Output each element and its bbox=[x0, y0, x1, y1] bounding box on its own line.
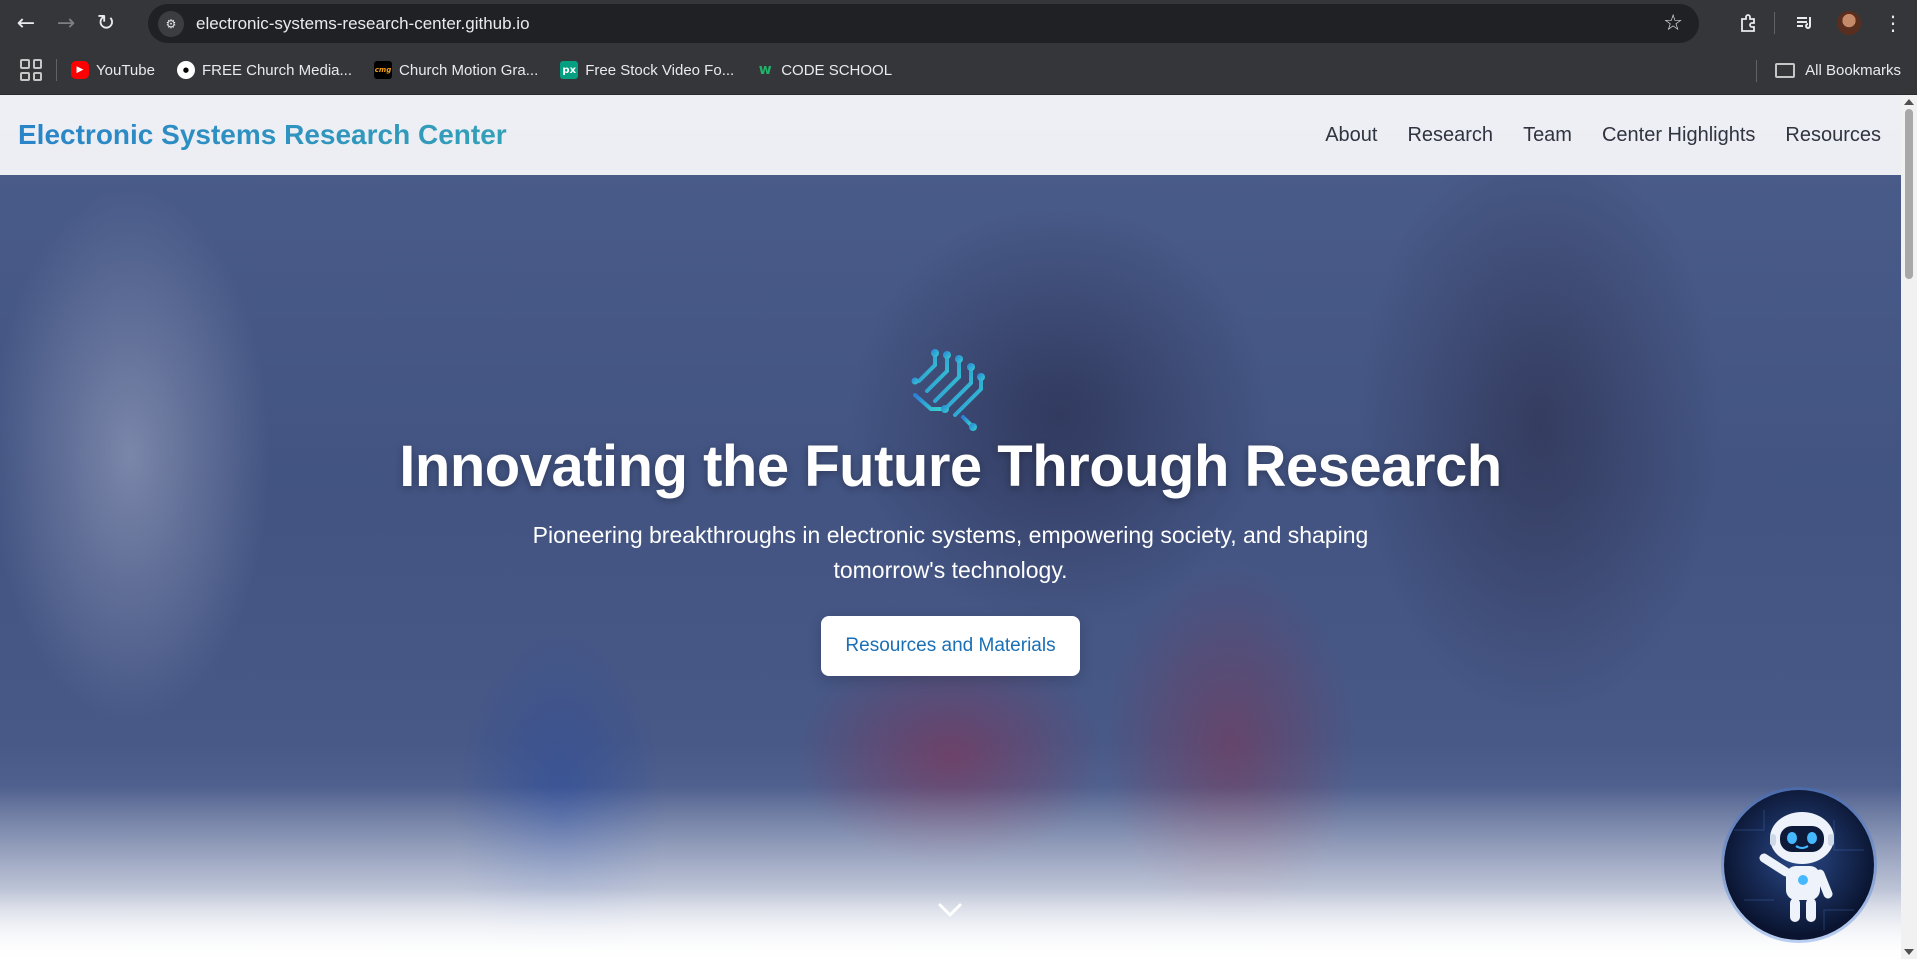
code-school-icon: w bbox=[758, 62, 772, 78]
robot-icon bbox=[1734, 810, 1864, 930]
bookmark-church-media[interactable]: ● FREE Church Media... bbox=[176, 61, 353, 79]
bookmark-label: Free Stock Video Fo... bbox=[585, 61, 735, 79]
bookmarks-divider bbox=[56, 59, 57, 81]
bookmarks-bar: ▶ YouTube ● FREE Church Media... cmg Chu… bbox=[0, 46, 1917, 95]
profile-avatar[interactable] bbox=[1829, 3, 1869, 43]
browser-menu-icon[interactable]: ⋮ bbox=[1873, 3, 1913, 43]
bookmark-label: YouTube bbox=[96, 61, 155, 79]
hero-subtitle: Pioneering breakthroughs in electronic s… bbox=[532, 522, 1369, 583]
site-brand[interactable]: Electronic Systems Research Center bbox=[18, 119, 507, 151]
hero-content: Innovating the Future Through Research P… bbox=[0, 343, 1901, 676]
page-scrollbar[interactable] bbox=[1901, 95, 1917, 959]
back-button[interactable]: ← bbox=[6, 3, 46, 43]
nav-research[interactable]: Research bbox=[1407, 124, 1493, 147]
nav-resources[interactable]: Resources bbox=[1785, 124, 1881, 147]
media-controls-icon[interactable] bbox=[1785, 3, 1825, 43]
bookmark-stock-video[interactable]: px Free Stock Video Fo... bbox=[560, 61, 734, 79]
scroll-down-arrow[interactable] bbox=[1904, 949, 1914, 955]
bookmark-youtube[interactable]: ▶ YouTube bbox=[71, 61, 155, 79]
scroll-thumb[interactable] bbox=[1905, 109, 1913, 279]
chatbot-launcher[interactable] bbox=[1724, 790, 1874, 940]
bookmark-label: CODE SCHOOL bbox=[781, 61, 893, 79]
church-media-icon: ● bbox=[176, 61, 195, 79]
bookmark-label: Church Motion Gra... bbox=[399, 61, 539, 79]
scroll-up-arrow[interactable] bbox=[1904, 99, 1914, 105]
pixabay-icon: px bbox=[560, 61, 579, 79]
bookmark-church-motion[interactable]: cmg Church Motion Gra... bbox=[374, 61, 538, 79]
folder-icon bbox=[1775, 63, 1796, 78]
nav-center-highlights[interactable]: Center Highlights bbox=[1602, 124, 1755, 147]
all-bookmarks-label: All Bookmarks bbox=[1805, 62, 1901, 79]
hero-title: Innovating the Future Through Research bbox=[399, 434, 1502, 499]
toolbar-divider bbox=[1774, 12, 1775, 34]
site-nav: About Research Team Center Highlights Re… bbox=[1295, 95, 1881, 175]
browser-toolbar: ← → ↻ ⚙ electronic-systems-research-cent… bbox=[0, 0, 1917, 46]
forward-button[interactable]: → bbox=[46, 3, 86, 43]
all-bookmarks[interactable]: All Bookmarks bbox=[1756, 46, 1901, 95]
cmg-icon: cmg bbox=[374, 61, 393, 79]
nav-about[interactable]: About bbox=[1325, 124, 1377, 147]
site-header: Electronic Systems Research Center About… bbox=[0, 95, 1901, 175]
youtube-icon: ▶ bbox=[71, 61, 89, 79]
hero-section: Innovating the Future Through Research P… bbox=[0, 95, 1901, 959]
resources-materials-button[interactable]: Resources and Materials bbox=[821, 616, 1080, 676]
address-bar[interactable]: ⚙ electronic-systems-research-center.git… bbox=[148, 4, 1699, 43]
reload-button[interactable]: ↻ bbox=[86, 3, 126, 43]
site-info-icon[interactable]: ⚙ bbox=[158, 10, 184, 37]
nav-team[interactable]: Team bbox=[1523, 124, 1572, 147]
bookmark-star-icon[interactable]: ☆ bbox=[1663, 11, 1683, 36]
url-text[interactable]: electronic-systems-research-center.githu… bbox=[196, 14, 530, 34]
apps-grid-icon[interactable] bbox=[20, 59, 42, 81]
page-viewport: Innovating the Future Through Research P… bbox=[0, 95, 1917, 959]
circuit-logo-icon bbox=[911, 349, 985, 431]
extensions-icon[interactable] bbox=[1728, 3, 1768, 43]
chevron-down-icon[interactable] bbox=[935, 895, 965, 925]
bookmark-code-school[interactable]: w CODE SCHOOL bbox=[756, 61, 892, 79]
bookmark-label: FREE Church Media... bbox=[201, 61, 353, 79]
